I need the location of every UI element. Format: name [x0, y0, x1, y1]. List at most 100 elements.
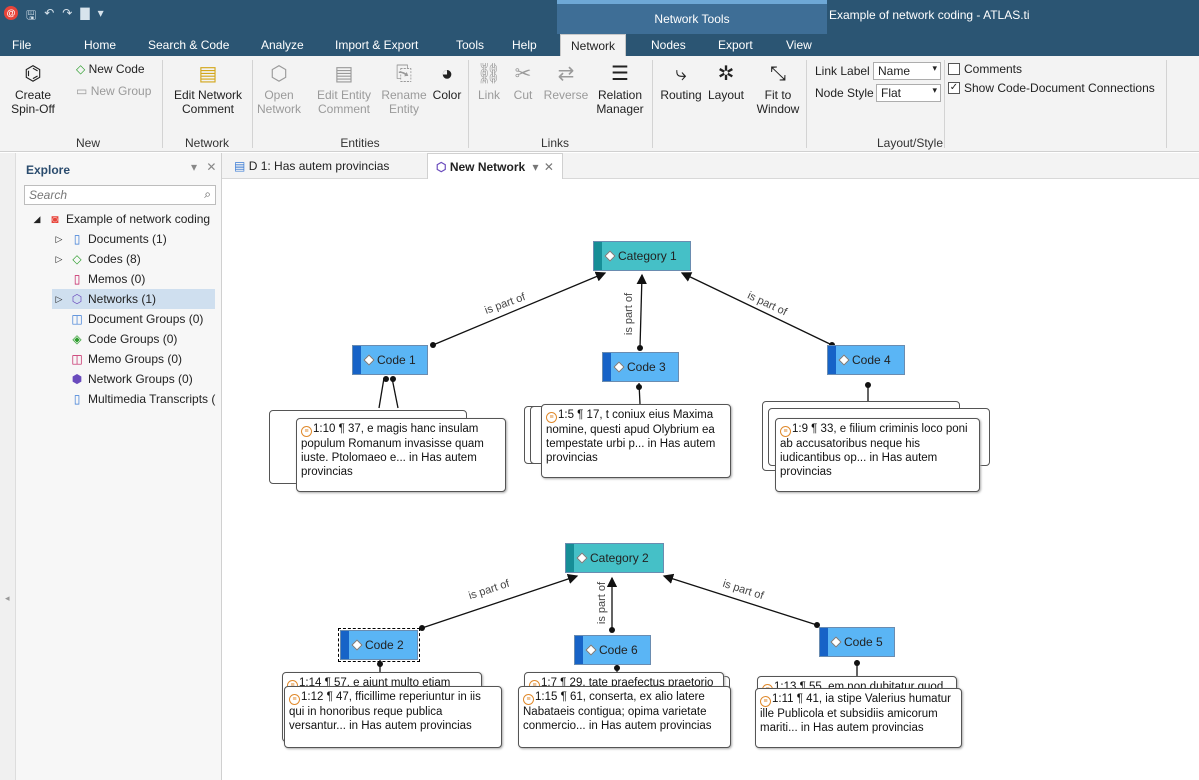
link-button[interactable]: ⛓ Link — [474, 62, 504, 102]
code-node[interactable]: Code 5 — [819, 627, 895, 657]
new-code-button[interactable]: ◇ New Code — [76, 62, 145, 76]
atlas-logo-icon: @ — [4, 6, 18, 20]
tab-help[interactable]: Help — [512, 38, 537, 52]
code-node[interactable]: Code 1 — [352, 345, 428, 375]
edit-entity-comment-button[interactable]: ▤ Edit Entity Comment — [314, 62, 374, 116]
redo-icon[interactable]: ↷ — [62, 6, 72, 27]
layout-button[interactable]: ✲ Layout — [706, 62, 746, 102]
link-endpoint — [854, 660, 860, 666]
title-bar: @ 🖫 ↶ ↷ ▇ ▾ Network Tools Example of net… — [0, 0, 1199, 34]
node-label: Category 1 — [618, 249, 677, 263]
link-label-select[interactable]: Name ▾ — [873, 62, 941, 80]
routing-button[interactable]: ⤷ Routing — [656, 62, 706, 102]
category-node[interactable]: Category 1 — [593, 241, 691, 271]
code-node[interactable]: Code 6 — [574, 635, 651, 665]
close-icon[interactable]: ✕ — [544, 160, 554, 174]
tree-item-code-groups[interactable]: ◈ Code Groups (0) — [52, 329, 177, 349]
tree-item-documents[interactable]: ▷ ▯ Documents (1) — [52, 229, 167, 249]
collapse-icon[interactable]: ◢ — [30, 209, 44, 229]
node-color-bar — [820, 628, 828, 656]
quotation-icon: ≡ — [760, 696, 771, 707]
tree-item-memo-groups[interactable]: ◫ Memo Groups (0) — [52, 349, 182, 369]
document-icon: ▯ — [73, 232, 81, 246]
tab-new-network[interactable]: ⬡ New Network ▾ ✕ — [427, 153, 563, 179]
quote-card[interactable]: ≡ 1:15 ¶ 61, conserta, ex alio latere Nab… — [518, 686, 731, 748]
quote-card[interactable]: ≡ 1:10 ¶ 37, e magis hanc insulam populum… — [296, 418, 506, 492]
node-color-bar — [603, 353, 611, 381]
rename-entity-label: Rename Entity — [381, 88, 427, 116]
tree-item-label: Memo Groups (0) — [88, 352, 183, 366]
code-node[interactable]: Code 3 — [602, 352, 679, 382]
tab-nodes[interactable]: Nodes — [651, 38, 686, 52]
tree-item-label: Documents (1) — [88, 232, 167, 246]
tree-item-multimedia-transcripts[interactable]: ▯ Multimedia Transcripts ( — [52, 389, 216, 409]
network-icon: ⬡ — [71, 292, 83, 306]
group-label-layout-style: Layout/Style — [876, 136, 944, 150]
link-icon: ⛓ — [476, 63, 502, 85]
search-input[interactable]: Search ⌕ — [24, 185, 216, 205]
chevron-down-icon[interactable]: ▾ — [533, 160, 539, 174]
quote-card[interactable]: ≡ 1:9 ¶ 33, e filium criminis loco poni a… — [775, 418, 980, 492]
tab-network[interactable]: Network — [560, 34, 627, 56]
tree-item-codes[interactable]: ▷ ◇ Codes (8) — [52, 249, 141, 269]
new-group-button[interactable]: ▭ New Group — [76, 84, 151, 98]
open-network-button[interactable]: ⬡ Open Network — [256, 62, 302, 116]
comments-checkbox[interactable]: Comments — [948, 62, 1022, 76]
tree-root[interactable]: ◢ ◙ Example of network coding — [30, 209, 211, 229]
rename-icon: ⎘ — [396, 63, 412, 85]
tab-analyze[interactable]: Analyze — [261, 38, 304, 52]
tab-view[interactable]: View — [786, 38, 812, 52]
tab-tools[interactable]: Tools — [456, 38, 484, 52]
create-spin-off-button[interactable]: ⌬ Create Spin-Off — [6, 62, 60, 116]
reverse-link-button[interactable]: ⇄ Reverse — [542, 62, 590, 102]
cut-link-button[interactable]: ✂ Cut — [508, 62, 538, 102]
edit-network-comment-button[interactable]: ▤ Edit Network Comment — [168, 62, 248, 116]
tree-item-memos[interactable]: ▯ Memos (0) — [52, 269, 146, 289]
tab-file[interactable]: File — [12, 38, 31, 52]
tab-export[interactable]: Export — [718, 38, 753, 52]
tab-search-code[interactable]: Search & Code — [148, 38, 229, 52]
tab-import-export[interactable]: Import & Export — [335, 38, 418, 52]
expand-icon[interactable]: ▷ — [52, 289, 66, 309]
edge-label[interactable]: is part of — [596, 582, 608, 624]
relation-manager-button[interactable]: ☰ Relation Manager — [592, 62, 648, 116]
project-icon: ◙ — [51, 212, 59, 226]
show-connections-checkbox[interactable]: ✓ Show Code-Document Connections — [948, 81, 1155, 95]
code-node[interactable]: Code 2 — [338, 628, 420, 662]
network-canvas[interactable]: is part of is part of is part of is part… — [222, 180, 1199, 780]
undo-icon[interactable]: ↶ — [44, 6, 54, 27]
tree-item-networks[interactable]: ▷ ⬡ Networks (1) — [52, 289, 215, 309]
close-icon[interactable]: ✕ — [206, 160, 216, 174]
tab-document-d1[interactable]: ▤ D 1: Has autem provincias — [226, 153, 397, 179]
pane-menu-icon[interactable]: ▾ — [191, 160, 197, 174]
tab-home[interactable]: Home — [84, 38, 116, 52]
quote-card[interactable]: ≡ 1:5 ¶ 17, t coniux eius Maxima nomine, … — [541, 404, 731, 478]
tree-item-document-groups[interactable]: ◫ Document Groups (0) — [52, 309, 203, 329]
search-icon[interactable]: ⌕ — [204, 187, 211, 202]
node-label: Code 1 — [377, 353, 416, 367]
customize-qat-icon[interactable]: ▾ — [98, 6, 104, 27]
link-endpoint — [609, 627, 615, 633]
rename-entity-button[interactable]: ⎘ Rename Entity — [380, 62, 428, 116]
tree-item-network-groups[interactable]: ⬢ Network Groups (0) — [52, 369, 193, 389]
expand-panel-icon[interactable]: ◂ — [5, 593, 10, 604]
code-diamond-icon: ◇ — [76, 62, 86, 76]
node-color-bar — [566, 544, 574, 572]
fit-to-window-button[interactable]: ⤡ Fit to Window — [754, 62, 802, 116]
color-button[interactable]: ◕ Color — [430, 62, 464, 102]
edge-label[interactable]: is part of — [623, 293, 635, 335]
separator — [806, 60, 807, 148]
node-style-select[interactable]: Flat ▾ — [876, 84, 941, 102]
code-node[interactable]: Code 4 — [827, 345, 905, 375]
expand-icon[interactable]: ▷ — [52, 229, 66, 249]
save-icon[interactable]: 🖫 — [26, 6, 36, 27]
view-icon[interactable]: ▇ — [80, 6, 89, 27]
expand-icon[interactable]: ▷ — [52, 249, 66, 269]
comments-label: Comments — [964, 62, 1023, 76]
collapsed-panel-strip[interactable]: ◂ — [0, 153, 16, 780]
quote-card[interactable]: ≡ 1:12 ¶ 47, fficillime reperiuntur in ii… — [284, 686, 502, 748]
node-color-bar — [575, 636, 583, 664]
quote-card[interactable]: ≡ 1:11 ¶ 41, ia stipe Valerius humatur il… — [755, 688, 962, 748]
category-node[interactable]: Category 2 — [565, 543, 664, 573]
search-placeholder: Search — [29, 188, 68, 202]
